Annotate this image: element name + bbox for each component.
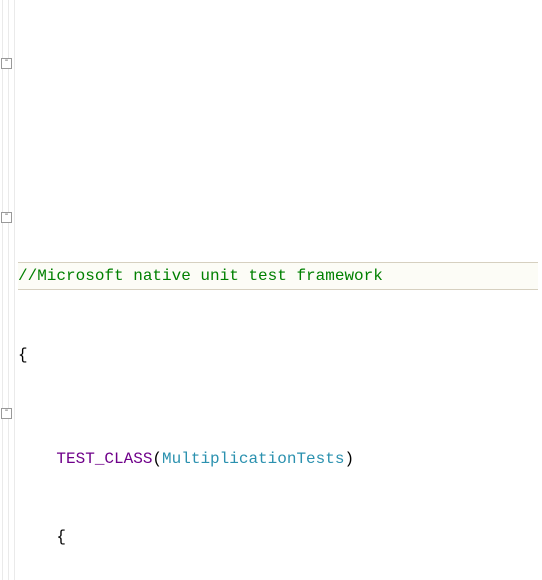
indent-guide (2, 0, 3, 580)
class-name: MultiplicationTests (162, 450, 344, 468)
fold-toggle[interactable] (1, 408, 12, 419)
comment-line: //Microsoft native unit test framework (18, 262, 538, 290)
code-editor[interactable]: //Microsoft native unit test framework {… (0, 0, 542, 580)
test-class-decl: TEST_CLASS(MultiplicationTests) (18, 446, 542, 472)
fold-toggle[interactable] (1, 58, 12, 69)
fold-toggle[interactable] (1, 212, 12, 223)
indent-guide (8, 0, 9, 580)
indent-guide (14, 0, 15, 580)
brace-open: { (18, 342, 542, 368)
brace-open: { (18, 524, 542, 550)
macro-test-class: TEST_CLASS (56, 450, 152, 468)
